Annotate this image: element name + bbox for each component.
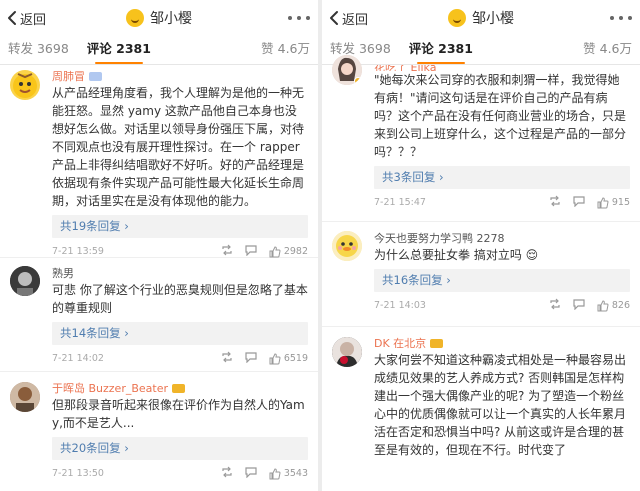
back-label: 返回 <box>342 12 369 28</box>
commenter-name[interactable]: DK 在北京 <box>374 335 426 351</box>
tab-comments[interactable]: 评论 2381 <box>87 38 151 64</box>
comment-time: 7-21 13:50 <box>52 468 104 479</box>
thumbs-up-icon <box>269 245 281 257</box>
page-title: 邹小樱 <box>472 11 514 27</box>
tab-repost[interactable]: 转发 3698 <box>330 38 391 57</box>
comment-time: 7-21 13:59 <box>52 246 104 257</box>
comment-text: 为什么总要扯女拳 搞对立吗 😌 <box>374 246 630 264</box>
avatar[interactable] <box>332 231 362 261</box>
comment-icon[interactable] <box>245 244 257 259</box>
dark-portrait-icon <box>10 266 40 296</box>
comment-icon[interactable] <box>245 351 257 366</box>
like-button[interactable]: 3543 <box>269 467 308 480</box>
thumbs-up-icon <box>597 196 609 208</box>
comment-time: 7-21 14:02 <box>52 353 104 364</box>
back-button[interactable]: 返回 <box>0 9 46 28</box>
right-screenshot: 返回 邹小樱 转发 3698 评论 2381 赞 4.6万 花吃了 Elika … <box>322 0 640 491</box>
repost-icon[interactable] <box>221 244 233 259</box>
commenter-name[interactable]: 今天也要努力学习鸭 2278 <box>374 230 505 246</box>
comment-text: "她每次来公司穿的衣服和刺猬一样，我觉得她有病！"请问这句话是在评价自己的产品有… <box>374 73 627 159</box>
comment-icon[interactable] <box>573 298 585 313</box>
verified-icon <box>354 77 362 85</box>
chevron-left-icon <box>8 11 16 25</box>
view-replies-link[interactable]: 共14条回复 › <box>52 322 308 345</box>
view-replies-link[interactable]: 共3条回复 › <box>374 166 630 189</box>
avatar[interactable] <box>10 70 40 100</box>
comment-time: 7-21 14:03 <box>374 300 426 311</box>
like-button[interactable]: 915 <box>597 196 630 209</box>
commenter-name[interactable]: 周肺冒 <box>52 68 85 84</box>
avatar[interactable] <box>332 337 362 367</box>
like-button[interactable]: 6519 <box>269 352 308 365</box>
member-badge-icon <box>430 338 444 348</box>
comment-icon[interactable] <box>245 466 257 481</box>
comment-list: 花吃了 Elika "她每次来公司穿的衣服和刺猬一样，我觉得她有病！"请问这句话… <box>322 55 640 459</box>
repost-icon[interactable] <box>221 466 233 481</box>
comment-text: 从产品经理角度看，我个人理解为是他的一种无能狂怒。显然 yamy 这款产品他自己… <box>52 86 305 208</box>
like-button[interactable]: 826 <box>597 299 630 312</box>
repost-icon[interactable] <box>549 298 561 313</box>
view-replies-link[interactable]: 共19条回复 › <box>52 215 308 238</box>
yellow-face-icon <box>13 73 37 98</box>
duck-face-icon <box>332 231 362 261</box>
comment-text-body: 为什么总要扯女拳 搞对立吗 <box>374 248 522 262</box>
tab-comments[interactable]: 评论 2381 <box>409 38 473 64</box>
view-replies-link[interactable]: 共20条回复 › <box>52 437 308 460</box>
member-badge-icon <box>172 383 186 393</box>
navigation-bar: 返回 邹小樱 <box>322 0 640 36</box>
comment-item: 今天也要努力学习鸭 2278 为什么总要扯女拳 搞对立吗 😌 共16条回复 › … <box>322 222 640 327</box>
tab-repost[interactable]: 转发 3698 <box>8 38 69 57</box>
view-replies-link[interactable]: 共16条回复 › <box>374 269 630 292</box>
like-count: 915 <box>611 197 630 208</box>
comment-item: 周肺冒 从产品经理角度看，我个人理解为是他的一种无能狂怒。显然 yamy 这款产… <box>0 65 318 258</box>
navigation-bar: 返回 邹小樱 <box>0 0 318 36</box>
comment-icon[interactable] <box>573 195 585 210</box>
comment-item: 熟男 可悲 你了解这个行业的恶臭规则但是忽略了基本的尊重规则 共14条回复 › … <box>0 258 318 372</box>
photo-portrait-icon <box>10 382 40 412</box>
comment-text: 可悲 你了解这个行业的恶臭规则但是忽略了基本的尊重规则 <box>52 283 308 315</box>
back-label: 返回 <box>20 12 47 28</box>
thumbs-up-icon <box>269 352 281 364</box>
comment-item: DK 在北京 大家何尝不知道这种霸凌式相处是一种最容易出成绩见效果的艺人养成方式… <box>322 327 640 459</box>
comment-time: 7-21 15:47 <box>374 197 426 208</box>
commenter-name[interactable]: 于晖岛 Buzzer_Beater <box>52 380 168 396</box>
more-options-button[interactable] <box>610 10 632 26</box>
like-count: 2982 <box>283 246 308 257</box>
author-avatar <box>126 9 144 27</box>
back-button[interactable]: 返回 <box>322 9 368 28</box>
tab-bar: 转发 3698 评论 2381 赞 4.6万 <box>322 36 640 65</box>
comment-list: 周肺冒 从产品经理角度看，我个人理解为是他的一种无能狂怒。显然 yamy 这款产… <box>0 65 318 490</box>
like-count: 6519 <box>283 353 308 364</box>
comment-text: 但那段录音听起来很像在评价作为自然人的Yamy,而不是艺人... <box>52 398 305 430</box>
repost-icon[interactable] <box>221 351 233 366</box>
like-count: 3543 <box>283 468 308 479</box>
member-badge-icon <box>89 71 102 81</box>
thumbs-up-icon <box>269 467 281 479</box>
avatar[interactable] <box>332 55 362 85</box>
more-options-button[interactable] <box>288 10 310 26</box>
chevron-left-icon <box>330 11 338 25</box>
avatar[interactable] <box>10 382 40 412</box>
red-portrait-icon <box>332 337 362 367</box>
author-avatar <box>448 9 466 27</box>
tab-likes[interactable]: 赞 4.6万 <box>261 38 310 57</box>
relieved-face-icon: 😌 <box>525 248 539 262</box>
page-title: 邹小樱 <box>150 11 192 27</box>
like-button[interactable]: 2982 <box>269 245 308 258</box>
thumbs-up-icon <box>597 299 609 311</box>
tab-likes[interactable]: 赞 4.6万 <box>583 38 632 57</box>
tab-bar: 转发 3698 评论 2381 赞 4.6万 <box>0 36 318 65</box>
avatar[interactable] <box>10 266 40 296</box>
repost-icon[interactable] <box>549 195 561 210</box>
comment-text: 大家何尝不知道这种霸凌式相处是一种最容易出成绩见效果的艺人养成方式? 否则韩国是… <box>374 353 627 457</box>
comment-item: 花吃了 Elika "她每次来公司穿的衣服和刺猬一样，我觉得她有病！"请问这句话… <box>322 55 640 222</box>
like-count: 826 <box>611 300 630 311</box>
left-screenshot: 返回 邹小樱 转发 3698 评论 2381 赞 4.6万 周肺冒 从产品经理角… <box>0 0 318 491</box>
comment-item: 于晖岛 Buzzer_Beater 但那段录音听起来很像在评价作为自然人的Yam… <box>0 372 318 490</box>
commenter-name[interactable]: 熟男 <box>52 265 74 281</box>
